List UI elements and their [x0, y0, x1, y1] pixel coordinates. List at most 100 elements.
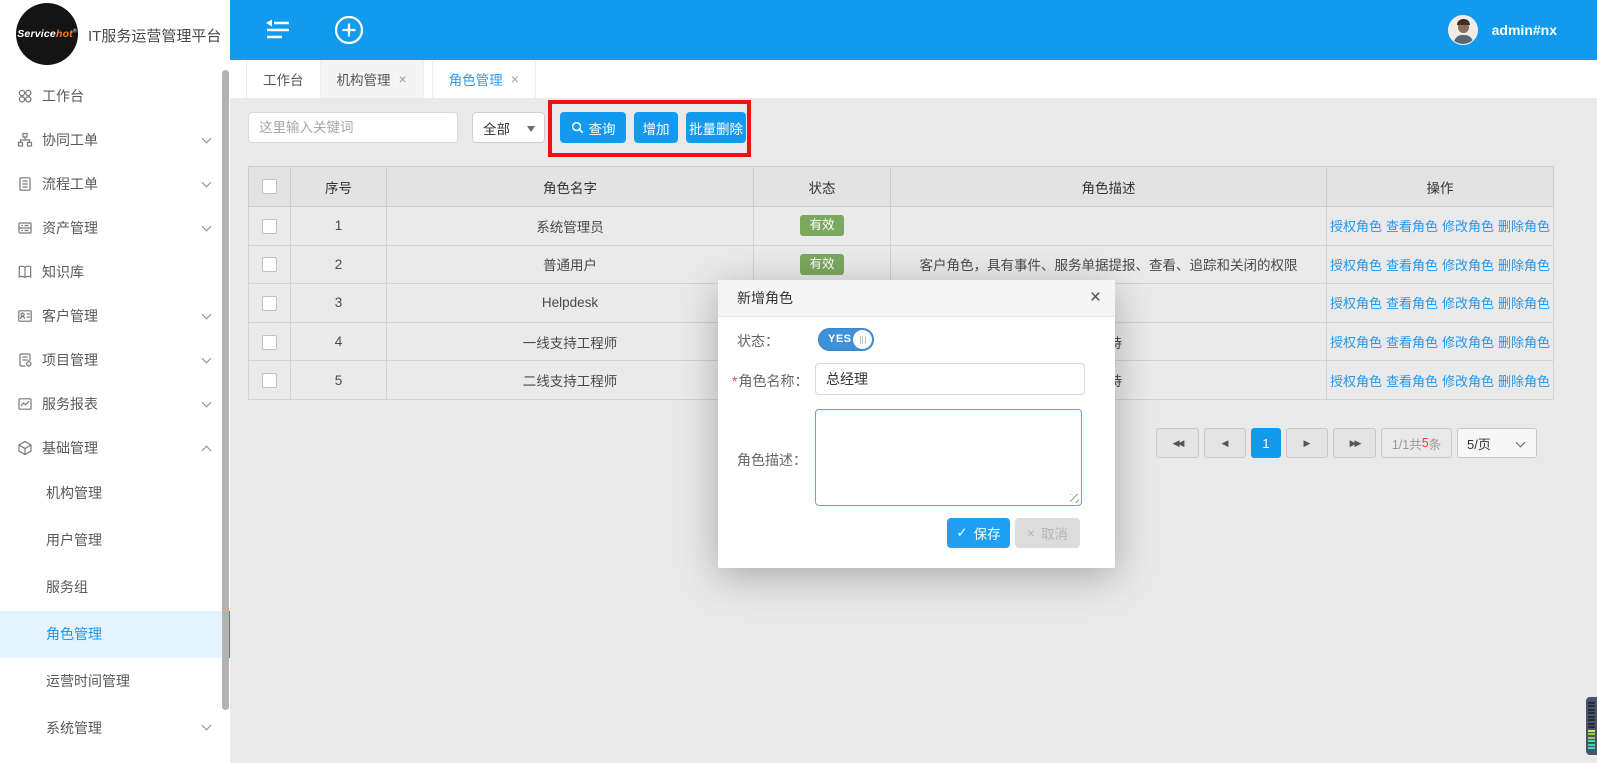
customer-icon — [17, 308, 33, 324]
prev-page-button[interactable]: ◀ — [1204, 428, 1246, 458]
row-checkbox[interactable] — [262, 335, 277, 350]
desc-field-label: 角色描述： — [737, 450, 807, 470]
cancel-button[interactable]: × 取消 — [1015, 518, 1080, 548]
username: admin#nx — [1492, 22, 1557, 38]
row-checkbox[interactable] — [262, 257, 277, 272]
authorize-role-link[interactable]: 授权角色 — [1330, 258, 1382, 273]
edge-floating-widget[interactable] — [1586, 697, 1597, 755]
chevron-down-icon — [202, 134, 212, 144]
status-badge: 有效 — [800, 254, 843, 275]
chevron-down-icon — [202, 222, 212, 232]
main-content: 全部 查询 增加 批量删除 序号 角色名字 状态 — [230, 98, 1597, 763]
tab-bar: 工作台 机构管理 × 角色管理 × — [230, 60, 1597, 98]
col-header-no: 序号 — [291, 167, 387, 207]
page-size-select[interactable]: 5/页 — [1457, 428, 1537, 458]
add-new-icon[interactable] — [333, 14, 365, 46]
row-checkbox[interactable] — [262, 219, 277, 234]
sidebar-item-org-mgmt[interactable]: 机构管理 — [0, 470, 230, 517]
delete-role-link[interactable]: 删除角色 — [1498, 374, 1550, 389]
edit-role-link[interactable]: 修改角色 — [1442, 374, 1494, 389]
sidebar-item-knowledge-base[interactable]: 知识库 — [0, 250, 230, 294]
col-header-desc: 角色描述 — [891, 167, 1327, 207]
view-role-link[interactable]: 查看角色 — [1386, 258, 1438, 273]
authorize-role-link[interactable]: 授权角色 — [1330, 296, 1382, 311]
sidebar-item-projects[interactable]: 项目管理 — [0, 338, 230, 382]
edit-role-link[interactable]: 修改角色 — [1442, 335, 1494, 350]
sidebar-item-system-mgmt[interactable]: 系统管理 — [0, 705, 230, 752]
select-all-header — [249, 167, 291, 207]
tab-workbench[interactable]: 工作台 — [246, 60, 321, 98]
sidebar-item-collab-orders[interactable]: 协同工单 — [0, 118, 230, 162]
authorize-role-link[interactable]: 授权角色 — [1330, 374, 1382, 389]
user-menu[interactable]: admin#nx — [1448, 14, 1557, 46]
assets-icon — [17, 220, 33, 236]
sidebar-item-assets[interactable]: 资产管理 — [0, 206, 230, 250]
chevron-up-icon — [202, 446, 212, 456]
table-header-row: 序号 角色名字 状态 角色描述 操作 — [249, 167, 1554, 207]
cube-icon — [17, 440, 33, 456]
tab-role-mgmt[interactable]: 角色管理 × — [432, 60, 536, 98]
col-header-status: 状态 — [754, 167, 891, 207]
sidebar-item-process-orders[interactable]: 流程工单 — [0, 162, 230, 206]
role-desc-textarea[interactable] — [815, 409, 1082, 506]
sidebar-item-reports[interactable]: 服务报表 — [0, 382, 230, 426]
delete-role-link[interactable]: 删除角色 — [1498, 335, 1550, 350]
tab-org-mgmt[interactable]: 机构管理 × — [321, 60, 424, 98]
x-icon: × — [1027, 526, 1035, 541]
collapse-sidebar-icon[interactable] — [262, 14, 294, 46]
modal-header[interactable]: 新增角色 × — [718, 280, 1115, 317]
delete-role-link[interactable]: 删除角色 — [1498, 258, 1550, 273]
last-page-button[interactable]: ▶▶ — [1333, 428, 1376, 458]
query-button[interactable]: 查询 — [560, 112, 626, 143]
status-field-label: 状态： — [737, 331, 779, 351]
edit-role-link[interactable]: 修改角色 — [1442, 296, 1494, 311]
top-header-bar: admin#nx — [230, 0, 1597, 60]
select-all-checkbox[interactable] — [262, 179, 277, 194]
add-button[interactable]: 增加 — [634, 112, 678, 143]
view-role-link[interactable]: 查看角色 — [1386, 296, 1438, 311]
edit-role-link[interactable]: 修改角色 — [1442, 219, 1494, 234]
dashboard-icon — [17, 88, 33, 104]
authorize-role-link[interactable]: 授权角色 — [1330, 219, 1382, 234]
view-role-link[interactable]: 查看角色 — [1386, 219, 1438, 234]
sidebar-item-operation-time-mgmt[interactable]: 运营时间管理 — [0, 658, 230, 705]
toggle-knob — [853, 330, 872, 349]
check-icon: ✓ — [956, 525, 967, 541]
row-checkbox[interactable] — [262, 296, 277, 311]
keyword-search-input[interactable] — [248, 112, 458, 143]
filter-dropdown[interactable]: 全部 — [472, 112, 545, 143]
table-row: 2 普通用户 有效 客户角色，具有事件、服务单据提报、查看、追踪和关闭的权限 授… — [249, 245, 1554, 284]
save-button[interactable]: ✓ 保存 — [947, 518, 1010, 548]
name-field-label: *角色名称： — [732, 371, 808, 391]
view-role-link[interactable]: 查看角色 — [1386, 335, 1438, 350]
current-page-button[interactable]: 1 — [1251, 428, 1281, 458]
authorize-role-link[interactable]: 授权角色 — [1330, 335, 1382, 350]
view-role-link[interactable]: 查看角色 — [1386, 374, 1438, 389]
sidebar-submenu-basic-mgmt: 机构管理 用户管理 服务组 角色管理 运营时间管理 系统管理 — [0, 470, 230, 752]
sidebar-item-service-group[interactable]: 服务组 — [0, 564, 230, 611]
doc-icon — [17, 176, 33, 192]
row-checkbox[interactable] — [262, 373, 277, 388]
servicehot-logo: Servicehot® — [16, 3, 78, 65]
chevron-down-icon — [202, 310, 212, 320]
delete-role-link[interactable]: 删除角色 — [1498, 296, 1550, 311]
close-icon[interactable]: × — [1090, 288, 1101, 307]
next-page-button[interactable]: ▶ — [1286, 428, 1328, 458]
close-tab-icon[interactable]: × — [399, 72, 407, 86]
sidebar-menu: 工作台 协同工单 流程工单 — [0, 74, 230, 470]
sidebar-item-workbench[interactable]: 工作台 — [0, 74, 230, 118]
delete-role-link[interactable]: 删除角色 — [1498, 219, 1550, 234]
col-header-name: 角色名字 — [387, 167, 754, 207]
batch-delete-button[interactable]: 批量删除 — [686, 112, 746, 143]
sidebar-item-user-mgmt[interactable]: 用户管理 — [0, 517, 230, 564]
sidebar-item-customers[interactable]: 客户管理 — [0, 294, 230, 338]
edit-role-link[interactable]: 修改角色 — [1442, 258, 1494, 273]
status-toggle[interactable]: YES — [818, 328, 874, 351]
add-role-modal: 新增角色 × 状态： YES *角色名称： 角色描述： ✓ 保存 × 取消 — [718, 280, 1115, 568]
sidebar-item-role-mgmt[interactable]: 角色管理 — [0, 611, 230, 658]
role-name-input[interactable] — [815, 363, 1085, 395]
sidebar-scrollbar[interactable] — [222, 70, 229, 710]
sidebar-item-basic-mgmt[interactable]: 基础管理 — [0, 426, 230, 470]
close-tab-icon[interactable]: × — [511, 72, 519, 86]
first-page-button[interactable]: ◀◀ — [1156, 428, 1199, 458]
